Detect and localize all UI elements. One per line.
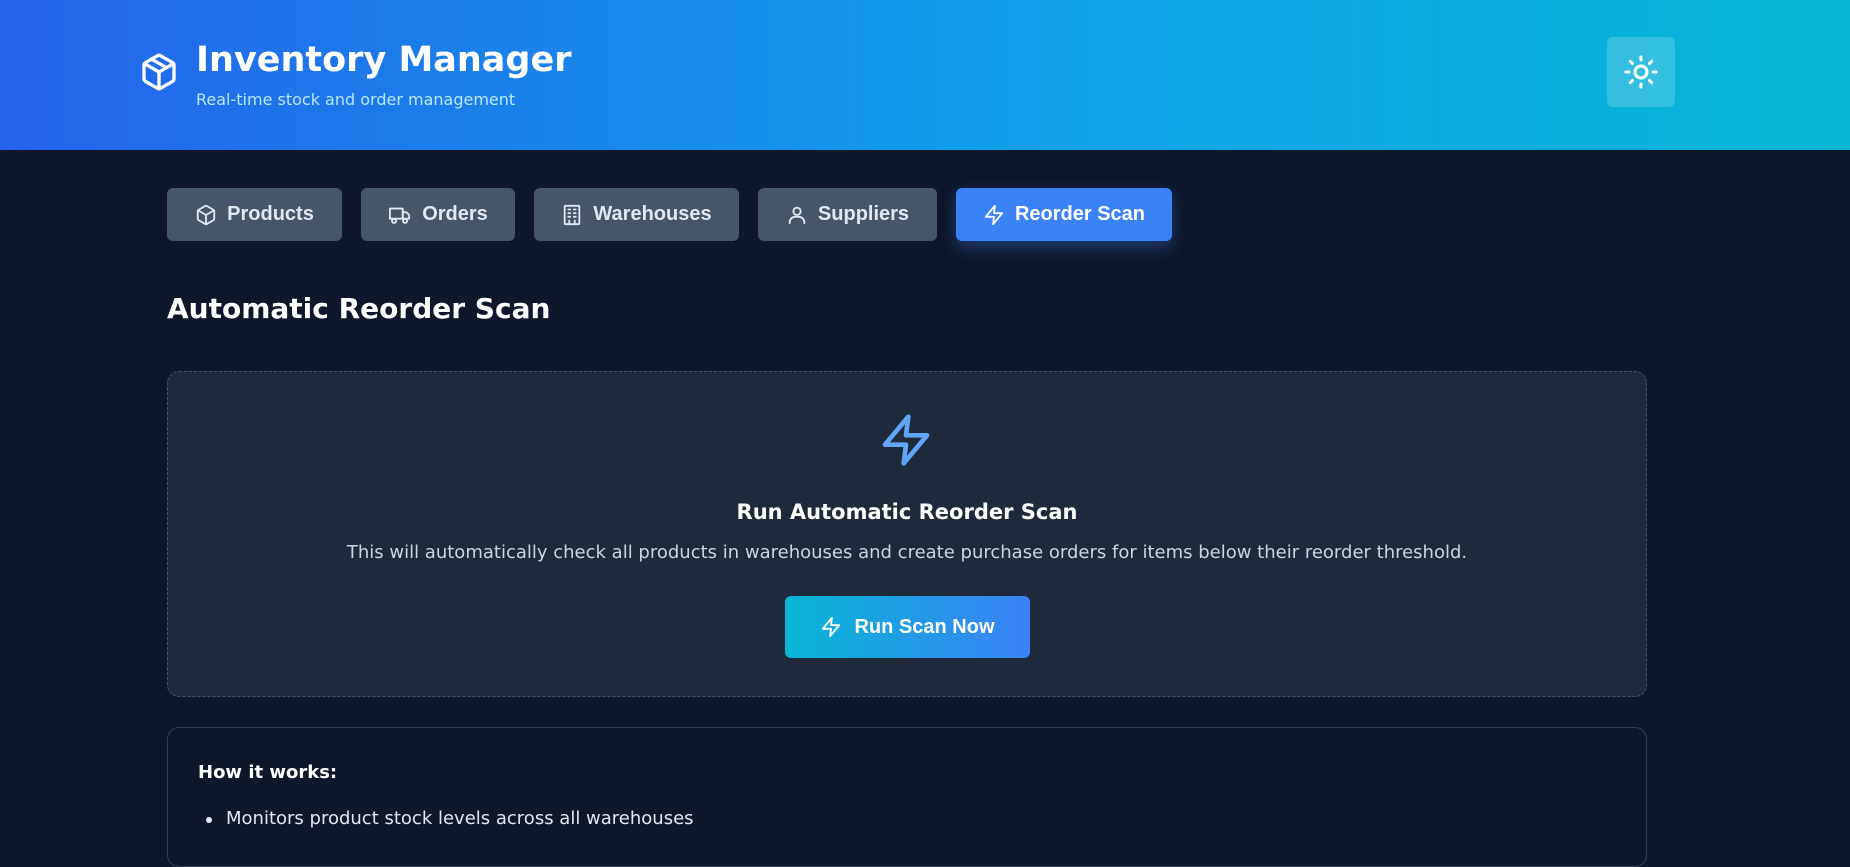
lightning-icon	[822, 616, 841, 638]
tab-label: Suppliers	[817, 203, 910, 225]
reorder-scan-card: Run Automatic Reorder Scan This will aut…	[167, 371, 1647, 697]
app-header: Inventory Manager Real-time stock and or…	[0, 0, 1850, 150]
theme-toggle-button[interactable]	[1607, 37, 1675, 107]
tab-reorder-scan[interactable]: Reorder Scan	[956, 188, 1172, 241]
building-icon	[564, 204, 581, 225]
tab-label: Reorder Scan	[1014, 203, 1146, 225]
page-title: Automatic Reorder Scan	[167, 292, 551, 325]
user-icon	[788, 206, 806, 224]
package-icon	[196, 204, 216, 225]
main-tabs: Products Orders Warehouses Suppliers Reo…	[0, 188, 1850, 242]
tab-warehouses[interactable]: Warehouses	[534, 188, 739, 241]
truck-icon	[389, 207, 411, 224]
tab-label: Orders	[422, 203, 488, 225]
tab-products[interactable]: Products	[167, 188, 342, 241]
package-icon	[142, 53, 176, 91]
app-subtitle: Real-time stock and order management	[196, 90, 516, 109]
scan-heading: Run Automatic Reorder Scan	[736, 500, 1078, 524]
app-title: Inventory Manager	[196, 40, 572, 80]
tab-suppliers[interactable]: Suppliers	[758, 188, 937, 241]
lightning-icon	[984, 204, 1004, 225]
tab-orders[interactable]: Orders	[361, 188, 515, 241]
tab-label: Products	[227, 203, 314, 225]
scan-description: This will automatically check all produc…	[346, 542, 1468, 563]
lightning-icon	[882, 414, 930, 466]
run-scan-button-label: Run Scan Now	[854, 615, 995, 638]
how-it-works-title: How it works:	[198, 762, 338, 783]
how-it-works-card: How it works: Monitors product stock lev…	[167, 727, 1647, 867]
sun-icon	[1624, 55, 1658, 89]
tab-label: Warehouses	[593, 203, 712, 225]
run-scan-button[interactable]: Run Scan Now	[785, 596, 1030, 658]
